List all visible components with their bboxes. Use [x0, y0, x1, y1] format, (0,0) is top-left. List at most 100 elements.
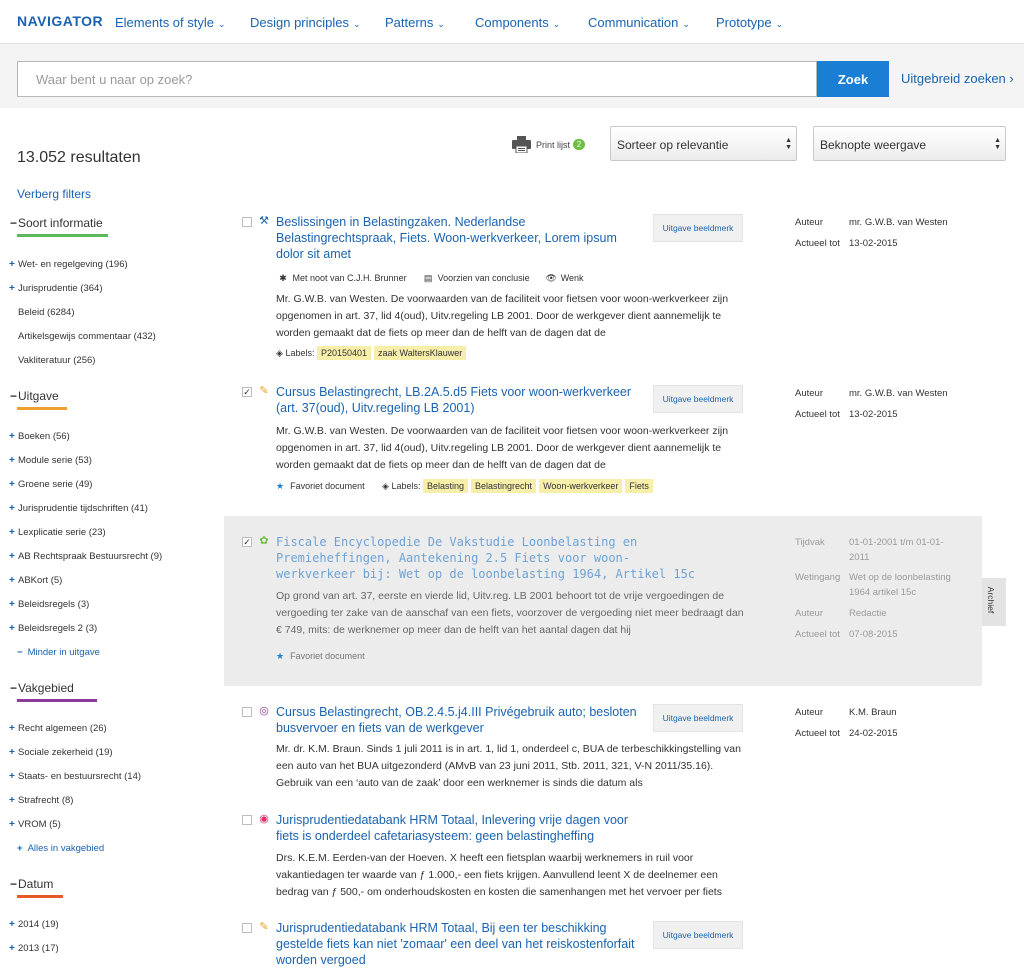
sort-select[interactable]: Sorteer op relevantie ▲ ▼: [610, 126, 797, 161]
minus-icon: −: [17, 647, 23, 658]
nav-communication[interactable]: Communication ⌄: [588, 15, 690, 30]
facet-item[interactable]: + Groene serie (49): [9, 479, 92, 490]
show-all-vakgebied-link[interactable]: + Alles in vakgebied: [17, 843, 104, 854]
nav-patterns[interactable]: Patterns ⌄: [385, 15, 445, 30]
result-title-link[interactable]: Jurisprudentiedatabank HRM Totaal, Inlev…: [276, 812, 646, 844]
result-title-link[interactable]: Beslissingen in Belastingzaken. Nederlan…: [276, 214, 646, 262]
plus-icon: +: [9, 723, 15, 734]
nav-prototype[interactable]: Prototype ⌄: [716, 15, 783, 30]
tag-icon: ◈: [382, 481, 389, 491]
facet-item[interactable]: + AB Rechtspraak Bestuursrecht (9): [9, 551, 162, 562]
facet-item[interactable]: + Boeken (56): [9, 431, 70, 442]
facet-item[interactable]: + Module serie (53): [9, 455, 92, 466]
select-checkbox[interactable]: ✓: [242, 537, 252, 547]
chevron-down-icon: ⌄: [682, 19, 690, 29]
result-title-link[interactable]: Cursus Belastingrecht, OB.2.4.5.j4.III P…: [276, 704, 646, 736]
facet-item[interactable]: + Staats- en bestuursrecht (14): [9, 771, 141, 782]
result-title-link[interactable]: Fiscale Encyclopedie De Vakstudie Loonbe…: [276, 534, 696, 582]
plus-icon: +: [9, 771, 15, 782]
chevron-down-icon: ⌄: [775, 19, 784, 29]
meta-label: Wetingang: [795, 572, 841, 583]
select-checkbox[interactable]: [242, 707, 252, 717]
facet-item[interactable]: Artikelsgewijs commentaar (432): [9, 331, 156, 342]
facet-item[interactable]: + Jurisprudentie (364): [9, 283, 103, 294]
publication-logo-button[interactable]: Uitgave beeldmerk: [653, 214, 743, 242]
facet-soort-informatie[interactable]: −Soort informatie: [10, 216, 103, 230]
facet-uitgave[interactable]: −Uitgave: [10, 389, 59, 403]
archive-tab[interactable]: Archief: [982, 578, 1006, 626]
facet-item[interactable]: Vakliteratuur (256): [9, 355, 95, 366]
meta-label: Auteur: [795, 707, 823, 718]
publication-logo-button[interactable]: Uitgave beeldmerk: [653, 704, 743, 732]
facet-title: Uitgave: [18, 389, 59, 403]
plus-icon: +: [9, 431, 15, 442]
result-item: ◉ Jurisprudentiedatabank HRM Totaal, Inl…: [224, 806, 982, 910]
view-select[interactable]: Beknopte weergave ▲ ▼: [813, 126, 1006, 161]
result-title-link[interactable]: Jurisprudentiedatabank HRM Totaal, Bij e…: [276, 920, 646, 968]
plus-icon: +: [9, 479, 15, 490]
facet-item[interactable]: + ABKort (5): [9, 575, 62, 586]
label-tag[interactable]: P20150401: [316, 346, 372, 360]
select-checkbox[interactable]: [242, 217, 252, 227]
plus-icon: +: [9, 551, 15, 562]
publication-logo-button[interactable]: Uitgave beeldmerk: [653, 385, 743, 413]
facet-item[interactable]: + Recht algemeen (26): [9, 723, 107, 734]
plus-icon: +: [9, 919, 15, 930]
meta-label: Tijdvak: [795, 537, 825, 548]
flower-icon: ✿: [259, 535, 269, 547]
plus-icon: +: [9, 599, 15, 610]
result-snippet: Drs. K.E.M. Eerden-van der Hoeven. X hee…: [276, 852, 722, 898]
view-select-value: Beknopte weergave: [820, 138, 927, 152]
label-tag[interactable]: Woon-werkverkeer: [539, 479, 623, 493]
favorite-document-toggle[interactable]: ★ Favoriet document: [276, 651, 365, 662]
search-input[interactable]: [17, 61, 817, 97]
show-less-uitgave-link[interactable]: − Minder in uitgave: [17, 647, 100, 658]
label-tag[interactable]: Belastingrecht: [471, 479, 537, 493]
facet-item[interactable]: + Lexplicatie serie (23): [9, 527, 106, 538]
facet-item[interactable]: + Wet- en regelgeving (196): [9, 259, 128, 270]
advanced-search-link[interactable]: Uitgebreid zoeken ›: [901, 71, 1014, 86]
nav-label: Design principles: [250, 15, 349, 30]
select-checkbox[interactable]: [242, 815, 252, 825]
facet-item[interactable]: + Strafrecht (8): [9, 795, 73, 806]
facet-item[interactable]: + Beleidsregels (3): [9, 599, 89, 610]
label-tag[interactable]: Fiets: [625, 479, 653, 493]
facet-item[interactable]: + VROM (5): [9, 819, 61, 830]
select-checkbox[interactable]: ✓: [242, 387, 252, 397]
nav-components[interactable]: Components ⌄: [475, 15, 560, 30]
facet-item-label: Beleidsregels 2 (3): [18, 623, 98, 634]
select-checkbox[interactable]: [242, 923, 252, 933]
meta-label: Actueel tot: [795, 409, 840, 420]
chevron-down-icon: ⌄: [353, 19, 361, 29]
facet-item-label: Module serie (53): [18, 455, 92, 466]
facet-vakgebied[interactable]: −Vakgebied: [10, 681, 74, 695]
favorite-document-toggle[interactable]: ★ Favoriet document: [276, 481, 365, 492]
facet-item[interactable]: + Beleidsregels 2 (3): [9, 623, 97, 634]
nav-elements-of-style[interactable]: Elements of style ⌄: [115, 15, 226, 30]
facet-datum[interactable]: −Datum: [10, 877, 53, 891]
meta-value: 13-02-2015: [849, 238, 898, 249]
facet-item-label: Staats- en bestuursrecht (14): [18, 771, 142, 782]
facet-item[interactable]: Beleid (6284): [9, 307, 75, 318]
sort-select-value: Sorteer op relevantie: [617, 138, 729, 152]
facet-item[interactable]: +2014 (19): [9, 919, 59, 930]
facet-item[interactable]: +2013 (17): [9, 943, 59, 954]
label-tag[interactable]: Belasting: [422, 479, 469, 493]
facet-item-label: Vakliteratuur (256): [18, 355, 96, 366]
hide-filters-link[interactable]: Verberg filters: [17, 187, 91, 201]
plus-icon: +: [9, 455, 15, 466]
facet-item-label: AB Rechtspraak Bestuursrecht (9): [18, 551, 163, 562]
top-navigation: NAVIGATOR Elements of style ⌄ Design prin…: [0, 0, 1024, 44]
search-button[interactable]: Zoek: [817, 61, 889, 97]
result-title-link[interactable]: Cursus Belastingrecht, LB.2A.5.d5 Fiets …: [276, 384, 646, 416]
hammer-icon: ⚒: [259, 215, 269, 227]
facet-item[interactable]: + Sociale zekerheid (19): [9, 747, 113, 758]
publication-logo-button[interactable]: Uitgave beeldmerk: [653, 921, 743, 949]
result-item: ⚒ Beslissingen in Belastingzaken. Nederl…: [224, 208, 982, 373]
plus-icon: +: [9, 623, 15, 634]
facet-item[interactable]: + Jurisprudentie tijdschriften (41): [9, 503, 148, 514]
label-tag[interactable]: zaak WaltersKlauwer: [374, 346, 467, 360]
favorite-label: Favoriet document: [290, 651, 365, 661]
nav-design-principles[interactable]: Design principles ⌄: [250, 15, 361, 30]
logo[interactable]: NAVIGATOR: [17, 13, 103, 29]
